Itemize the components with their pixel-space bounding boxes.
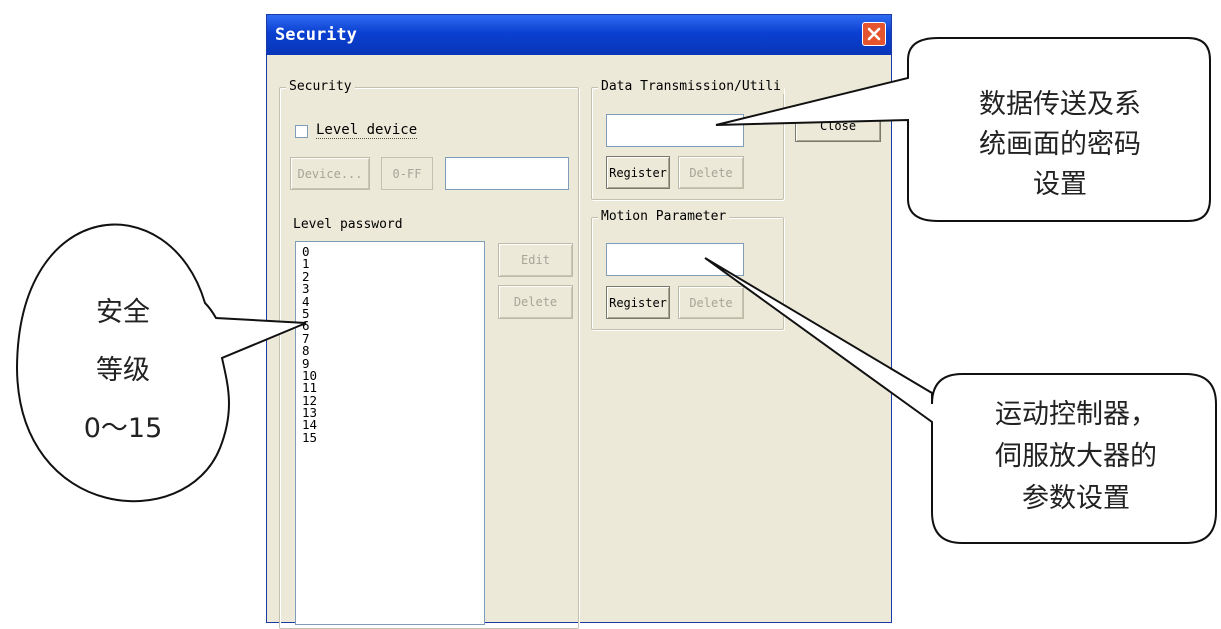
bottom-right-callout-text: 运动控制器， 伺服放大器的 参数设置 <box>940 394 1212 520</box>
left-callout-line1: 安全 <box>96 297 150 328</box>
bottom-right-callout-line3: 参数设置 <box>1022 483 1130 514</box>
bottom-right-callout-line1: 运动控制器， <box>995 399 1157 430</box>
top-right-callout-line3: 设置 <box>1033 169 1087 200</box>
left-callout-line2: 等级 <box>96 355 150 386</box>
bottom-right-callout-line2: 伺服放大器的 <box>995 441 1157 472</box>
top-right-callout-line1: 数据传送及系 <box>979 89 1141 120</box>
left-callout-text: 安全 等级 0～15 <box>48 284 198 458</box>
top-right-callout-line2: 统画面的密码 <box>979 129 1141 160</box>
left-callout-line3: 0～15 <box>83 413 163 444</box>
top-right-callout-text: 数据传送及系 统画面的密码 设置 <box>918 85 1202 205</box>
